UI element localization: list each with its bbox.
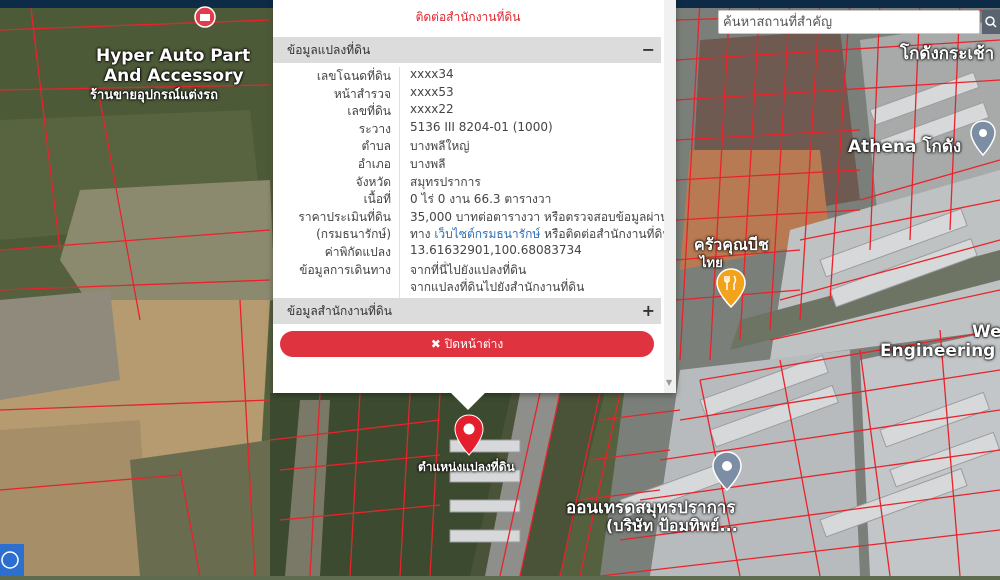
office-info-section-title: ข้อมูลสำนักงานที่ดิน — [287, 304, 392, 318]
appraisal-prefix: ทาง — [410, 227, 435, 242]
field-label: เนื้อที่ — [363, 192, 391, 207]
field-label: ค่าพิกัดแปลง — [324, 244, 391, 259]
info-row: (กรมธนารักษ์) ทาง เว็บไซต์กรมธนารักษ์ หร… — [273, 225, 670, 243]
place-pin-icon[interactable] — [712, 451, 742, 491]
close-button-label: ปิดหน้าต่าง — [444, 337, 504, 351]
field-label: เลขที่ดิน — [347, 104, 391, 119]
land-info-table: เลขโฉนดที่ดิน xxxx34 หน้าสำรวจ xxxx53 เล… — [273, 67, 670, 296]
field-label: ตำบล — [361, 139, 391, 154]
field-value: สมุทรปราการ — [410, 174, 481, 189]
field-value: xxxx34 — [410, 67, 454, 81]
field-value: xxxx22 — [410, 102, 454, 117]
field-value: 35,000 บาทต่อตารางวา หรือตรวจสอบข้อมูลผ่… — [410, 209, 669, 224]
map-label-hyper-auto-thai[interactable]: ร้านขายอุปกรณ์แต่งรถ — [90, 84, 218, 105]
map-label-kodang[interactable]: โกดังกระเช้า — [900, 40, 994, 67]
info-row: หน้าสำรวจ xxxx53 — [273, 85, 663, 103]
info-row: เลขที่ดิน xxxx22 — [273, 102, 663, 120]
directions-to-parcel-link[interactable]: จากที่นี่ไปยังแปลงที่ดิน — [410, 261, 526, 280]
map-label-hyper-auto-line2[interactable]: And Accessory — [104, 66, 244, 86]
collapse-icon[interactable]: − — [642, 37, 655, 63]
office-info-section-header[interactable]: ข้อมูลสำนักงานที่ดิน + — [273, 298, 661, 324]
field-label: ราคาประเมินที่ดิน — [298, 209, 391, 224]
appraisal-suffix: หรือติดต่อสำนักงานที่ดิน — [540, 227, 671, 242]
field-value: 5136 III 8204-01 (1000) — [410, 119, 553, 134]
info-row: ระวาง 5136 III 8204-01 (1000) — [273, 120, 663, 138]
popup-scrollbar[interactable] — [664, 0, 676, 393]
place-pin-icon[interactable] — [970, 120, 996, 156]
expand-icon[interactable]: + — [642, 298, 655, 324]
field-label: อำเภอ — [357, 156, 391, 171]
parcel-info-popup: ติดต่อสำนักงานที่ดิน ข้อมูลแปลงที่ดิน − … — [273, 0, 676, 393]
field-value: บางพลีใหญ่ — [410, 139, 470, 154]
field-value: ทาง เว็บไซต์กรมธนารักษ์ หรือติดต่อสำนักง… — [410, 225, 670, 244]
directions-to-office-link[interactable]: จากแปลงที่ดินไปยังสำนักงานที่ดิน — [410, 278, 584, 297]
field-value: 0 ไร่ 0 งาน 66.3 ตารางวา — [410, 192, 552, 207]
info-row: จังหวัด สมุทรปราการ — [273, 173, 663, 191]
location-pin-icon[interactable] — [454, 414, 484, 456]
field-value: บางพลี — [410, 156, 446, 171]
locate-me-button[interactable] — [0, 544, 24, 576]
info-row: ราคาประเมินที่ดิน 35,000 บาทต่อตารางวา ห… — [273, 208, 668, 226]
restaurant-pin-icon[interactable] — [716, 268, 746, 308]
info-row: จากแปลงที่ดินไปยังสำนักงานที่ดิน — [273, 278, 663, 296]
map-label-hyper-auto[interactable]: Hyper Auto Part — [96, 46, 250, 66]
land-info-section-header[interactable]: ข้อมูลแปลงที่ดิน − — [273, 37, 661, 63]
info-row: ค่าพิกัดแปลง 13.61632901,100.68083734 — [273, 243, 663, 261]
field-value: xxxx53 — [410, 84, 454, 99]
map-label-onetrade-line2[interactable]: (บริษัท ป้อมทิพย์... — [606, 514, 738, 539]
map-label-engineering-2[interactable]: Engineering C — [880, 341, 1000, 361]
scroll-down-icon[interactable]: ▼ — [666, 378, 672, 387]
field-label: หน้าสำรวจ — [333, 86, 391, 101]
contact-land-office-link[interactable]: ติดต่อสำนักงานที่ดิน — [273, 8, 663, 27]
locate-icon — [1, 551, 19, 569]
map-label-athena[interactable]: Athena โกดัง — [848, 133, 961, 160]
map-label-parcel-position: ตำแหน่งแปลงที่ดิน — [418, 460, 515, 474]
info-row: อำเภอ บางพลี — [273, 155, 663, 173]
field-label: จังหวัด — [355, 174, 391, 189]
coordinates-link[interactable]: 13.61632901,100.68083734 — [410, 243, 582, 257]
info-row: เลขโฉนดที่ดิน xxxx34 — [273, 67, 663, 85]
field-label: เลขโฉนดที่ดิน — [316, 69, 391, 83]
field-label: ระวาง — [358, 121, 391, 136]
search-box — [718, 10, 1000, 36]
treasury-website-link[interactable]: เว็บไซต์กรมธนารักษ์ — [434, 227, 540, 241]
info-row: เนื้อที่ 0 ไร่ 0 งาน 66.3 ตารางวา — [273, 190, 663, 208]
search-button[interactable] — [982, 10, 1000, 34]
field-label: ข้อมูลการเดินทาง — [299, 262, 391, 277]
info-row: ตำบล บางพลีใหญ่ — [273, 137, 663, 155]
info-row: ข้อมูลการเดินทาง จากที่นี่ไปยังแปลงที่ดิ… — [273, 261, 663, 279]
land-info-section-title: ข้อมูลแปลงที่ดิน — [287, 43, 371, 57]
map-label-engineering-1[interactable]: We — [972, 322, 1000, 342]
close-window-button[interactable]: ✖ ปิดหน้าต่าง — [280, 331, 654, 357]
popup-pointer — [450, 392, 486, 410]
close-icon: ✖ — [430, 337, 441, 351]
search-input[interactable] — [718, 10, 980, 34]
search-icon — [985, 16, 997, 28]
store-icon[interactable] — [194, 6, 216, 28]
field-label: (กรมธนารักษ์) — [316, 227, 391, 242]
